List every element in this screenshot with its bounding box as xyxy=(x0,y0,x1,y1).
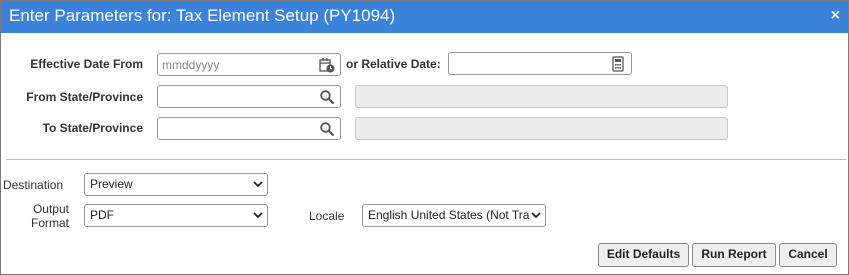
relative-date-field[interactable] xyxy=(448,52,632,75)
from-state-description xyxy=(355,85,728,108)
to-state-field[interactable] xyxy=(157,117,341,140)
output-format-label-line2: Format xyxy=(30,216,69,230)
to-state-input[interactable] xyxy=(158,118,340,139)
output-format-select[interactable]: PDF xyxy=(84,204,268,227)
search-icon[interactable] xyxy=(319,121,335,137)
close-icon[interactable]: × xyxy=(831,7,840,25)
locale-value: English United States (Not Tra xyxy=(368,208,530,222)
output-format-value: PDF xyxy=(90,208,114,222)
to-state-label: To State/Province xyxy=(42,121,143,135)
destination-value: Preview xyxy=(90,177,133,191)
to-state-description xyxy=(355,117,728,140)
calendar-icon[interactable] xyxy=(319,57,335,73)
from-state-label: From State/Province xyxy=(26,90,143,104)
effective-date-label: Effective Date From xyxy=(30,57,143,71)
run-report-button[interactable]: Run Report xyxy=(692,243,776,267)
effective-date-input[interactable] xyxy=(158,54,340,75)
cancel-button[interactable]: Cancel xyxy=(779,243,837,267)
locale-select[interactable]: English United States (Not Tra xyxy=(362,204,546,227)
relative-date-input[interactable] xyxy=(449,53,631,74)
from-state-field[interactable] xyxy=(157,85,341,108)
search-icon[interactable] xyxy=(319,89,335,105)
from-state-input[interactable] xyxy=(158,86,340,107)
edit-defaults-button[interactable]: Edit Defaults xyxy=(598,243,689,267)
destination-select[interactable]: Preview xyxy=(84,173,268,196)
destination-label: Destination xyxy=(3,178,64,192)
locale-label: Locale xyxy=(309,209,345,223)
relative-date-label: or Relative Date: xyxy=(346,57,441,71)
output-format-label-line1: Output xyxy=(32,202,69,216)
dialog-titlebar: Enter Parameters for: Tax Element Setup … xyxy=(1,1,848,33)
effective-date-field[interactable] xyxy=(157,53,341,76)
chevron-down-icon xyxy=(531,212,541,219)
chevron-down-icon xyxy=(253,212,263,219)
dialog-title: Enter Parameters for: Tax Element Setup … xyxy=(9,6,396,25)
parameters-dialog: Enter Parameters for: Tax Element Setup … xyxy=(0,0,849,275)
chevron-down-icon xyxy=(253,181,263,188)
calculator-icon[interactable] xyxy=(610,56,626,72)
section-divider xyxy=(6,159,846,160)
output-format-label: Output Format xyxy=(3,202,69,230)
